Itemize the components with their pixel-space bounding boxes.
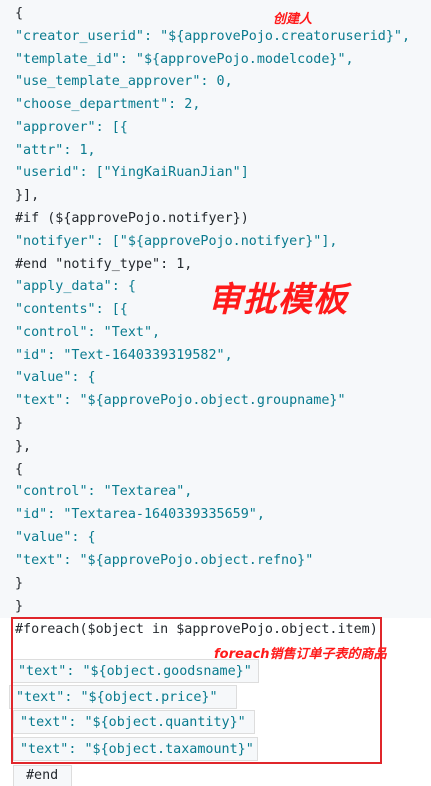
code-line: }, xyxy=(15,439,32,454)
foreach-highlight-box xyxy=(11,617,382,764)
creator-annotation: 创建人 xyxy=(273,12,313,27)
code-line: "value": { xyxy=(15,370,96,385)
code-line: "control": "Textarea", xyxy=(15,484,193,499)
foreach-annotation: foreach销售订单子表的商品 xyxy=(214,647,387,662)
code-line: "attr": 1, xyxy=(15,143,96,158)
code-line: "contents": [{ xyxy=(15,302,128,317)
code-line: "id": "Textarea-1640339335659", xyxy=(15,507,265,522)
code-line: { xyxy=(15,462,24,477)
end-directive: #end xyxy=(13,765,72,786)
code-line: "choose_department": 2, xyxy=(15,97,201,112)
template-annotation: 审批模板 xyxy=(208,280,348,320)
code-line: "text": "${approvePojo.object.refno}" xyxy=(15,553,314,568)
code-line: #if (${approvePojo.notifyer}) xyxy=(15,211,249,226)
code-line: "userid": ["YingKaiRuanJian"] xyxy=(15,165,249,180)
code-line: "template_id": "${approvePojo.modelcode}… xyxy=(15,52,354,67)
code-line: "apply_data": { xyxy=(15,279,136,294)
code-line: "use_template_approver": 0, xyxy=(15,74,233,89)
code-line: #end "notify_type": 1, xyxy=(15,257,193,272)
code-line: "text": "${approvePojo.object.groupname}… xyxy=(15,393,346,408)
code-line: "creator_userid": "${approvePojo.creator… xyxy=(15,29,411,44)
code-line: "notifyer": ["${approvePojo.notifyer}"], xyxy=(15,234,338,249)
code-line: } xyxy=(15,599,24,614)
code-line: } xyxy=(15,416,24,431)
code-line: "control": "Text", xyxy=(15,325,161,340)
code-line: "approver": [{ xyxy=(15,120,128,135)
code-line: } xyxy=(15,576,24,591)
code-line: "value": { xyxy=(15,530,96,545)
code-line: "id": "Text-1640339319582", xyxy=(15,348,233,363)
code-line: { xyxy=(15,6,24,21)
code-line: }], xyxy=(15,188,40,203)
